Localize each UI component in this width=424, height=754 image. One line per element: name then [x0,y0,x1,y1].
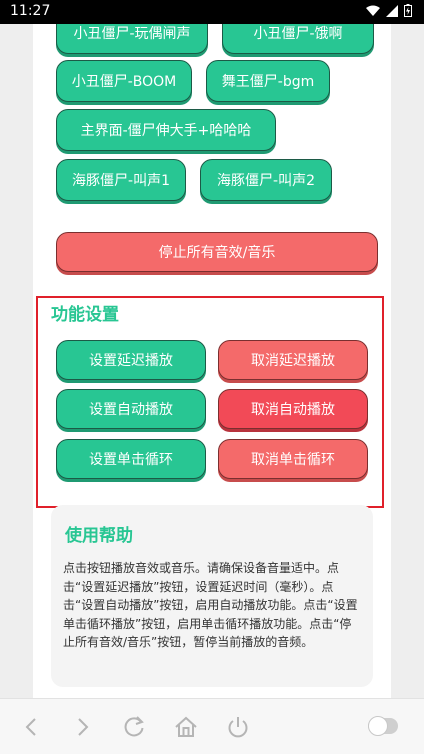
status-bar: 11:27 [0,0,424,24]
back-icon[interactable] [18,713,46,741]
sound-button-dolphin-1[interactable]: 海豚僵尸-叫声1 [56,159,186,201]
cancel-loop-button[interactable]: 取消单击循环 [218,439,368,479]
help-title: 使用帮助 [65,526,133,546]
battery-icon [404,4,412,17]
power-icon[interactable] [224,713,252,741]
set-delay-button[interactable]: 设置延迟播放 [56,340,206,380]
sound-button-main-zombie-hand[interactable]: 主界面-僵尸伸大手+哈哈哈 [56,109,276,151]
help-panel: 使用帮助 点击按钮播放音效或音乐。请确保设备音量适中。点击“设置延迟播放”按钮，… [51,505,373,687]
sound-button-dancer-bgm[interactable]: 舞王僵尸-bgm [206,60,330,102]
refresh-icon[interactable] [120,713,148,741]
stop-all-button[interactable]: 停止所有音效/音乐 [56,232,378,272]
main-content: 小丑僵尸-玩偶闸声 小丑僵尸-饿啊 小丑僵尸-BOOM 舞王僵尸-bgm 主界面… [0,24,424,698]
toggle-switch[interactable] [368,716,398,736]
wifi-icon [366,5,380,16]
help-text: 点击按钮播放音效或音乐。请确保设备音量适中。点击“设置延迟播放”按钮，设置延迟时… [63,561,358,649]
cancel-delay-button[interactable]: 取消延迟播放 [218,340,368,380]
sound-button-clown-doll[interactable]: 小丑僵尸-玩偶闸声 [56,24,208,54]
toggle-knob [368,716,388,736]
sound-button-clown-hungry[interactable]: 小丑僵尸-饿啊 [222,24,374,54]
browser-nav-bar [0,698,424,754]
sound-button-dolphin-2[interactable]: 海豚僵尸-叫声2 [200,159,332,201]
signal-icon [386,4,398,17]
settings-title: 功能设置 [51,305,119,325]
set-loop-button[interactable]: 设置单击循环 [56,439,206,479]
status-time: 11:27 [10,3,51,19]
set-auto-button[interactable]: 设置自动播放 [56,389,206,429]
cancel-auto-button[interactable]: 取消自动播放 [218,389,368,429]
sound-button-clown-boom[interactable]: 小丑僵尸-BOOM [56,60,192,102]
forward-icon[interactable] [68,713,96,741]
home-icon[interactable] [172,713,200,741]
status-icons [366,4,412,17]
